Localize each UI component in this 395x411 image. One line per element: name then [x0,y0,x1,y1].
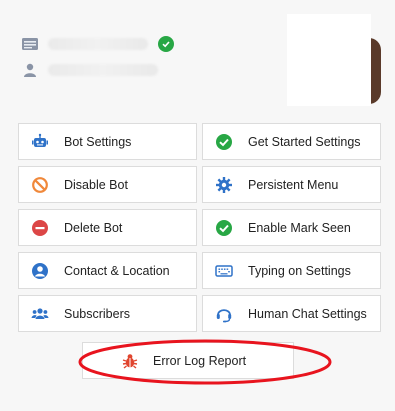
bug-icon [121,352,139,370]
error-log-report-label: Error Log Report [153,353,247,368]
delete-bot-label: Delete Bot [64,220,123,235]
check-circle-icon [215,133,233,151]
contact-and-location-label: Contact & Location [64,263,170,278]
gear-icon [215,176,233,194]
bot-name-redacted [48,38,148,50]
user-circle-icon [31,262,49,280]
disable-bot-button[interactable]: Disable Bot [18,166,197,203]
avatar[interactable] [287,14,371,106]
enable-mark-seen-label: Enable Mark Seen [248,220,351,235]
bot-settings-button[interactable]: Bot Settings [18,123,197,160]
id-card-icon [22,37,38,51]
bot-name-row [22,36,174,52]
verified-check-icon [158,36,174,52]
ban-icon [31,176,49,194]
bot-settings-label: Bot Settings [64,134,132,149]
contact-and-location-button[interactable]: Contact & Location [18,252,197,289]
headset-icon [215,305,233,323]
human-chat-settings-button[interactable]: Human Chat Settings [202,295,381,332]
get-started-settings-label: Get Started Settings [248,134,361,149]
bot-user-redacted [48,64,158,76]
error-log-report-button[interactable]: Error Log Report [82,342,294,379]
user-icon [22,63,38,77]
get-started-settings-button[interactable]: Get Started Settings [202,123,381,160]
minus-circle-icon [31,219,49,237]
subscribers-label: Subscribers [64,306,130,321]
users-icon [31,305,49,323]
enable-mark-seen-button[interactable]: Enable Mark Seen [202,209,381,246]
check-circle-icon [215,219,233,237]
disable-bot-label: Disable Bot [64,177,128,192]
subscribers-button[interactable]: Subscribers [18,295,197,332]
bot-user-row [22,63,158,77]
persistent-menu-label: Persistent Menu [248,177,339,192]
persistent-menu-button[interactable]: Persistent Menu [202,166,381,203]
robot-icon [31,133,49,151]
human-chat-settings-label: Human Chat Settings [248,306,367,321]
keyboard-icon [215,262,233,280]
delete-bot-button[interactable]: Delete Bot [18,209,197,246]
typing-on-settings-button[interactable]: Typing on Settings [202,252,381,289]
typing-on-settings-label: Typing on Settings [248,263,351,278]
